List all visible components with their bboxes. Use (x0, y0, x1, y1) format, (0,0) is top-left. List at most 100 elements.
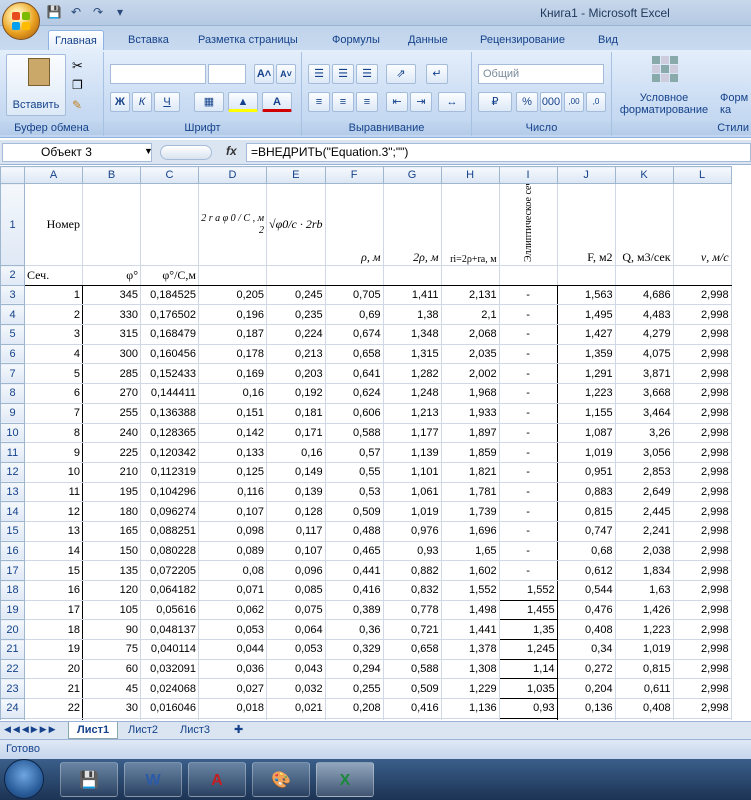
row-header[interactable]: 6 (0, 343, 25, 365)
cell-e[interactable]: 0,117 (266, 520, 326, 542)
cell-d[interactable]: 0,169 (198, 363, 267, 385)
cell-h[interactable]: 1,739 (440, 501, 500, 522)
cell-i[interactable]: - (498, 560, 558, 581)
cell-l[interactable]: 2,998 (672, 678, 732, 700)
cell-d[interactable]: 0,178 (198, 343, 267, 365)
cell-b[interactable]: 120 (82, 580, 141, 601)
cell-b[interactable]: 105 (82, 599, 141, 621)
cell-j[interactable]: 1,155 (556, 402, 616, 424)
cell-e[interactable]: 0,139 (266, 481, 326, 503)
cell-k[interactable]: 4,075 (614, 343, 674, 365)
cell-a[interactable]: 7 (24, 402, 83, 424)
cell-h2[interactable] (440, 265, 500, 286)
cell-a[interactable]: 16 (24, 580, 83, 601)
cell-i[interactable]: 0,825 (498, 717, 558, 720)
cell-b[interactable]: 15 (82, 717, 141, 720)
cell-j[interactable]: 0,612 (556, 560, 616, 581)
row-header[interactable]: 24 (0, 698, 25, 719)
cell-h[interactable]: 1,498 (440, 599, 500, 621)
cell-b[interactable]: 270 (82, 383, 141, 404)
cell-f[interactable]: 0,488 (324, 520, 384, 542)
cell-b[interactable]: 30 (82, 698, 141, 719)
insert-sheet-icon[interactable]: ✚ (226, 722, 251, 739)
formula-input[interactable]: =ВНЕДРИТЬ("Equation.3";"") (246, 143, 751, 162)
cell-h[interactable]: 1,968 (440, 383, 500, 404)
cell-k[interactable]: 2,445 (614, 501, 674, 522)
cell-g[interactable]: 0,882 (382, 560, 442, 581)
cell-c[interactable]: 0,112319 (140, 461, 199, 483)
cell-a2[interactable]: Сеч. (24, 265, 83, 286)
cell-l[interactable]: 2,998 (672, 580, 732, 601)
tab-page-layout[interactable]: Разметка страницы (192, 30, 304, 50)
cell-h[interactable]: 1,602 (440, 560, 500, 581)
cell-d[interactable]: 0,036 (198, 658, 267, 680)
cell-i[interactable]: - (498, 442, 558, 463)
cell-i[interactable]: - (498, 343, 558, 365)
cell-g[interactable]: 1,315 (382, 343, 442, 365)
format-painter-icon[interactable]: ✎ (72, 98, 82, 112)
cell-d[interactable]: 0,116 (198, 481, 267, 503)
cell-h[interactable]: 2,1 (440, 304, 500, 326)
cell-c[interactable]: 0,168479 (140, 324, 199, 345)
decrease-indent-icon[interactable]: ⇤ (386, 92, 408, 112)
cell-c[interactable]: 0,064182 (140, 580, 199, 601)
tab-home[interactable]: Главная (48, 30, 104, 50)
cell-k[interactable]: 0,611 (614, 678, 674, 700)
cell-i[interactable]: - (498, 402, 558, 424)
cell-c1[interactable] (140, 183, 199, 266)
cell-i[interactable]: - (498, 383, 558, 404)
cell-d[interactable]: 0,133 (198, 442, 267, 463)
cell-c[interactable]: 0,144411 (140, 383, 199, 404)
cell-g[interactable]: 0,93 (382, 540, 442, 562)
cell-h[interactable]: 1,229 (440, 678, 500, 700)
cell-a[interactable]: 2 (24, 304, 83, 326)
row-header[interactable]: 3 (0, 284, 25, 306)
cell-a[interactable]: 3 (24, 324, 83, 345)
cell-k[interactable]: 3,056 (614, 442, 674, 463)
cell-k[interactable]: 3,871 (614, 363, 674, 385)
cell-d[interactable]: 0,009 (198, 717, 267, 720)
cell-e[interactable]: 0,032 (266, 678, 326, 700)
cell-d[interactable]: 0,018 (198, 698, 267, 719)
cell-i[interactable]: - (498, 461, 558, 483)
embedded-equation-object[interactable]: √φ0/c · 2rb (266, 183, 326, 266)
cell-i[interactable]: - (498, 540, 558, 562)
cell-c[interactable]: 0,152433 (140, 363, 199, 385)
cell-j[interactable]: 0,34 (556, 639, 616, 660)
merge-cells-icon[interactable]: ↔ (438, 92, 466, 112)
cell-k[interactable]: 0,815 (614, 658, 674, 680)
cell-e[interactable]: 0,053 (266, 639, 326, 660)
cell-a[interactable]: 13 (24, 520, 83, 542)
cell-a[interactable]: 14 (24, 540, 83, 562)
cell-a[interactable]: 10 (24, 461, 83, 483)
cell-h1[interactable]: ri=2ρ+ra, м (440, 183, 500, 266)
cell-e[interactable]: 0,064 (266, 619, 326, 641)
column-header[interactable]: H (440, 166, 500, 184)
row-header[interactable]: 15 (0, 520, 25, 542)
cell-h[interactable]: 1,441 (440, 619, 500, 641)
cell-l[interactable]: 2,998 (672, 383, 732, 404)
cell-f[interactable]: 0,674 (324, 324, 384, 345)
cell-f2[interactable] (324, 265, 384, 286)
cell-l[interactable]: 2,998 (672, 422, 732, 444)
column-header[interactable]: B (82, 166, 141, 184)
row-header[interactable]: 9 (0, 402, 25, 424)
row-header[interactable]: 23 (0, 678, 25, 700)
undo-icon[interactable]: ↶ (68, 4, 84, 20)
cell-i[interactable]: 1,552 (498, 580, 558, 601)
cell-b[interactable]: 75 (82, 639, 141, 660)
cell-l2[interactable] (672, 265, 732, 286)
cell-b[interactable]: 345 (82, 284, 141, 306)
cell-c[interactable]: 0,104296 (140, 481, 199, 503)
formula-bar-splitter[interactable] (160, 145, 212, 160)
customize-qat-icon[interactable]: ▾ (112, 4, 128, 20)
cell-a[interactable]: 4 (24, 343, 83, 365)
cell-d[interactable]: 0,08 (198, 560, 267, 581)
cell-c[interactable]: 0,184525 (140, 284, 199, 306)
cell-l[interactable]: 2,998 (672, 717, 732, 720)
cell-l[interactable]: 2,998 (672, 284, 732, 306)
row-header[interactable]: 11 (0, 442, 25, 463)
cell-f[interactable]: 0,208 (324, 698, 384, 719)
cell-l[interactable]: 2,998 (672, 481, 732, 503)
cell-h[interactable]: 1,696 (440, 520, 500, 542)
